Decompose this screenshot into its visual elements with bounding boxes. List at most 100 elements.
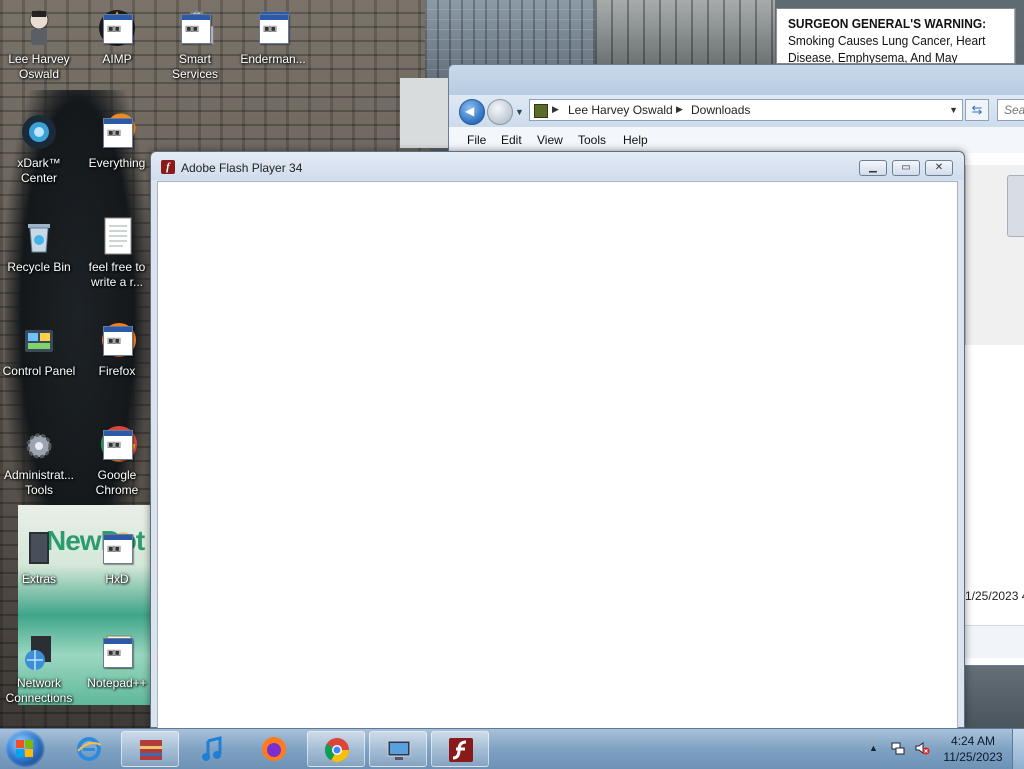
hxd-icon — [97, 528, 137, 568]
explorer-file-item[interactable] — [1007, 175, 1024, 237]
desktop-icon-label: Smart Services — [171, 52, 218, 81]
desktop-icon-label: Recycle Bin — [7, 260, 71, 274]
address-dropdown-icon[interactable]: ▼ — [949, 105, 958, 115]
taskbar-flash-player[interactable] — [431, 731, 489, 767]
desktop-icon-label: Lee Harvey Oswald — [8, 52, 70, 81]
explorer-titlebar[interactable] — [449, 65, 1024, 95]
app-stub-icon — [103, 534, 133, 564]
taskbar: ▲ 4:24 AM 11/25/2023 — [0, 728, 1024, 769]
desktop-icon-control-panel[interactable]: Control Panel — [0, 320, 78, 379]
menu-edit[interactable]: Edit — [501, 133, 522, 147]
everything-search-icon — [97, 112, 137, 152]
text-document-icon — [97, 216, 137, 256]
minimize-button[interactable]: ▁ — [859, 160, 887, 176]
recent-pages-dropdown-icon[interactable]: ▼ — [515, 107, 524, 117]
taskbar-remote-desktop[interactable] — [369, 731, 427, 767]
taskbar-music-player[interactable] — [183, 731, 241, 767]
taskbar-internet-explorer[interactable] — [60, 731, 118, 767]
warning-heading: SURGEON GENERAL'S WARNING: — [787, 16, 987, 31]
desktop-icon-label: Network Connections — [5, 676, 73, 705]
internet-explorer-icon — [77, 737, 102, 761]
chrome-icon — [97, 424, 137, 464]
windows-logo-icon — [16, 740, 34, 758]
wallpaper-sign — [400, 78, 448, 148]
volume-muted-icon[interactable] — [914, 740, 930, 756]
menu-view[interactable]: View — [537, 133, 563, 147]
desktop-icon-aimp[interactable]: AIMP — [78, 8, 156, 67]
flash-titlebar[interactable]: f Adobe Flash Player 34 ▁ ▭ ✕ — [151, 152, 964, 180]
desktop-icon-everything[interactable]: Everything — [78, 112, 156, 171]
music-note-icon — [202, 736, 222, 761]
menu-help[interactable]: Help — [623, 133, 648, 147]
desktop-icon-user-folder[interactable]: Lee Harvey Oswald — [0, 8, 78, 82]
show-desktop-button[interactable] — [1012, 729, 1024, 769]
administrative-tools-icon — [19, 424, 59, 464]
forward-arrow-icon[interactable] — [487, 99, 513, 125]
app-stub-icon — [103, 326, 133, 356]
taskbar-firefox[interactable] — [245, 731, 303, 767]
desktop-icon-network-connections[interactable]: Network Connections — [0, 632, 78, 706]
system-clock[interactable]: 4:24 AM 11/25/2023 — [940, 733, 1006, 765]
breadcrumb-separator-icon[interactable]: ▶ — [676, 104, 683, 115]
network-connections-icon — [19, 632, 59, 672]
desktop-icon-label: Control Panel — [2, 364, 76, 378]
folder-icon — [534, 104, 548, 118]
desktop-icon-label: Notepad++ — [87, 676, 147, 690]
start-button[interactable] — [5, 730, 45, 768]
enderman-app-icon — [253, 8, 293, 48]
desktop-icon-hxd[interactable]: HxD — [78, 528, 156, 587]
desktop-icon-label: HxD — [105, 572, 129, 586]
wallpaper-building-right — [595, 0, 775, 64]
breadcrumb-separator-icon[interactable]: ▶ — [552, 104, 559, 115]
desktop-icon-notepad-plus-plus[interactable]: Notepad++ — [78, 632, 156, 691]
refresh-icon[interactable]: ⇆ — [965, 99, 989, 121]
window-title: Adobe Flash Player 34 — [181, 161, 303, 175]
desktop-icon-label: xDark™ Center — [17, 156, 61, 185]
breadcrumb-downloads[interactable]: Downloads — [691, 103, 750, 117]
flash-stage[interactable] — [157, 181, 958, 729]
breadcrumb-user-folder[interactable]: Lee Harvey Oswald — [568, 103, 673, 117]
file-date-modified: 1/25/2023 4 — [965, 589, 1024, 603]
desktop-icon-enderman[interactable]: Enderman... — [234, 8, 312, 67]
flash-player-window[interactable]: f Adobe Flash Player 34 ▁ ▭ ✕ — [150, 151, 965, 729]
close-button[interactable]: ✕ — [925, 160, 953, 176]
desktop-icon-xdark-center[interactable]: xDark™ Center — [0, 112, 78, 186]
show-hidden-icons-icon[interactable]: ▲ — [869, 743, 878, 753]
explorer-details-pane — [965, 625, 1024, 658]
firefox-icon — [262, 737, 286, 761]
flash-player-icon — [449, 738, 473, 762]
flash-player-icon: f — [161, 160, 175, 174]
maximize-button[interactable]: ▭ — [892, 160, 920, 176]
xdark-center-icon — [19, 112, 59, 152]
user-avatar-icon — [19, 8, 59, 48]
address-bar[interactable]: ▶ Lee Harvey Oswald ▶ Downloads ▼ — [529, 99, 963, 121]
desktop-icon-label: feel free to write a r... — [88, 260, 146, 289]
desktop-icon-label: Enderman... — [240, 52, 306, 66]
taskbar-google-chrome[interactable] — [307, 731, 365, 767]
control-panel-icon — [19, 320, 59, 360]
app-stub-icon — [103, 14, 133, 44]
desktop-icon-firefox[interactable]: Firefox — [78, 320, 156, 379]
explorer-menu-bar: File Edit View Tools Help — [449, 127, 1024, 154]
firefox-icon — [97, 320, 137, 360]
desktop-icon-recycle-bin[interactable]: Recycle Bin — [0, 216, 78, 275]
desktop-icon-text-file[interactable]: feel free to write a r... — [78, 216, 156, 290]
app-stub-icon — [103, 638, 133, 668]
back-arrow-icon[interactable] — [459, 99, 485, 125]
menu-file[interactable]: File — [467, 133, 486, 147]
aimp-icon — [97, 8, 137, 48]
app-stub-icon — [103, 430, 133, 460]
surgeon-general-warning: SURGEON GENERAL'S WARNING: Smoking Cause… — [776, 8, 1016, 64]
smart-services-icon — [175, 8, 215, 48]
desktop-icon-google-chrome[interactable]: Google Chrome — [78, 424, 156, 498]
desktop-icon-extras[interactable]: Extras — [0, 528, 78, 587]
app-stub-icon — [181, 14, 211, 44]
taskbar-archive-app[interactable] — [121, 731, 179, 767]
desktop-icon-label: AIMP — [102, 52, 132, 66]
menu-tools[interactable]: Tools — [578, 133, 606, 147]
desktop-icon-smart-services[interactable]: Smart Services — [156, 8, 234, 82]
desktop-icon-label: Extras — [21, 572, 56, 586]
network-tray-icon[interactable] — [890, 740, 906, 756]
search-input[interactable]: Sea — [997, 99, 1024, 121]
desktop-icon-admin-tools[interactable]: Administrat... Tools — [0, 424, 78, 498]
